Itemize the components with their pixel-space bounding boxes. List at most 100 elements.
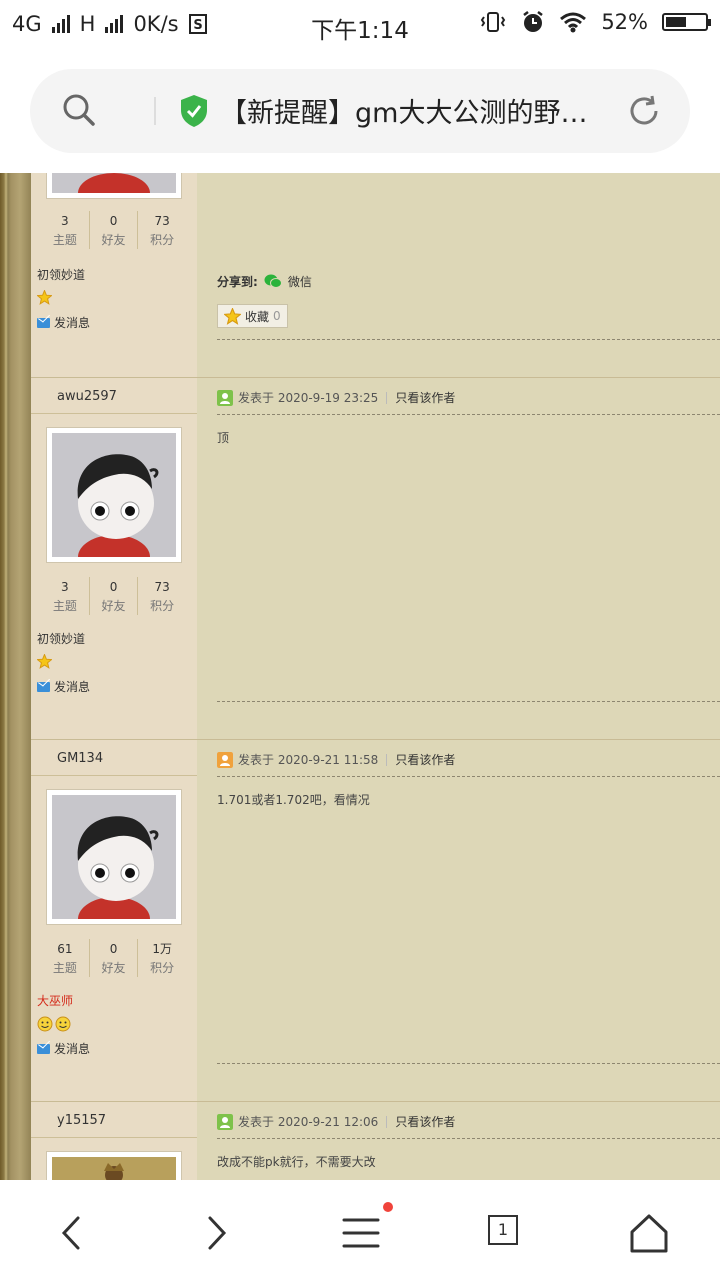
stat-points[interactable]: 1万 积分: [138, 939, 186, 977]
only-author-link[interactable]: 只看该作者: [395, 1113, 455, 1130]
address-divider: [154, 97, 156, 125]
send-message-link[interactable]: 发消息: [37, 1040, 90, 1057]
star-icon: [224, 307, 241, 325]
notification-dot: [383, 1202, 393, 1212]
post-time: 发表于 2020-9-21 11:58: [238, 753, 379, 767]
back-arrow-icon[interactable]: [48, 1208, 98, 1258]
mail-icon: [37, 1043, 50, 1054]
rank-stars: [37, 290, 52, 305]
rank-badges: [37, 1016, 71, 1032]
star-icon: [37, 654, 52, 669]
share-label: 分享到:: [217, 275, 258, 289]
user-rank: 大巫师: [37, 994, 74, 1008]
send-message-link[interactable]: 发消息: [37, 314, 90, 331]
username[interactable]: GM134: [57, 751, 103, 766]
header-separator: [386, 391, 388, 404]
mail-icon: [37, 681, 50, 692]
stat-friends[interactable]: 0 好友: [90, 939, 139, 977]
username[interactable]: y15157: [57, 1113, 106, 1128]
post: y15157 发表于 2020-9-21 12:06 只看该作者 改成不能pk就…: [31, 1101, 720, 1180]
page-title[interactable]: 【新提醒】gm大大公测的野…: [220, 91, 630, 130]
smiley-icon: [55, 1016, 71, 1032]
post: 3 主题 0 好友 73 积分 初领妙道 发消息 分享到: 微信 收藏 0: [31, 173, 720, 377]
user-rank: 初领妙道: [37, 268, 86, 282]
stat-points[interactable]: 73 积分: [138, 211, 186, 249]
menu-button[interactable]: [336, 1202, 393, 1258]
post-time: 发表于 2020-9-19 23:25: [238, 391, 379, 405]
stat-friends[interactable]: 0 好友: [90, 577, 139, 615]
post-content: 顶: [217, 431, 230, 445]
forum-thread: 3 主题 0 好友 73 积分 初领妙道 发消息 分享到: 微信 收藏 0 awu25…: [0, 173, 720, 1180]
post-content: 1.701或者1.702吧，看情况: [217, 793, 370, 807]
browser-toolbar: 1: [0, 1180, 720, 1280]
offline-status-icon: [217, 751, 233, 768]
custom-avatar-icon: [52, 1157, 176, 1180]
stat-threads[interactable]: 3 主题: [41, 577, 90, 615]
user-stats: 61 主题 0 好友 1万 积分: [41, 939, 186, 977]
avatar[interactable]: [46, 789, 182, 925]
alarm-icon: [523, 11, 544, 32]
share-wechat[interactable]: 微信: [288, 273, 312, 290]
post-header: 发表于 2020-9-21 12:06 只看该作者: [217, 1113, 455, 1130]
user-stats: 3 主题 0 好友 73 积分: [41, 211, 186, 249]
smiley-icon: [37, 1016, 53, 1032]
battery-percent: 52%: [601, 10, 648, 34]
favorite-count: 0: [273, 309, 281, 323]
user-stats: 3 主题 0 好友 73 积分: [41, 577, 186, 615]
forward-arrow-icon[interactable]: [190, 1208, 240, 1258]
wifi-icon: [560, 12, 587, 33]
avatar[interactable]: [46, 173, 182, 199]
stat-threads[interactable]: 3 主题: [41, 211, 90, 249]
post-end-line: [217, 701, 720, 702]
post-header: 发表于 2020-9-19 23:25 只看该作者: [217, 389, 455, 406]
wechat-icon[interactable]: [264, 274, 282, 289]
online-status-icon: [217, 1113, 233, 1130]
header-separator: [386, 753, 388, 766]
stat-friends[interactable]: 0 好友: [90, 211, 139, 249]
default-avatar-icon: [77, 816, 159, 919]
default-avatar-icon: [77, 454, 159, 557]
status-bar: 4G H 0K/s S 下午1:14 52%: [0, 0, 720, 52]
home-icon[interactable]: [624, 1208, 674, 1258]
avatar[interactable]: [46, 1151, 182, 1180]
tabs-button[interactable]: 1: [486, 1213, 522, 1249]
rank-stars: [37, 654, 52, 669]
stat-points[interactable]: 73 积分: [138, 577, 186, 615]
send-message-link[interactable]: 发消息: [37, 678, 90, 695]
stat-threads[interactable]: 61 主题: [41, 939, 90, 977]
username-underline: [31, 775, 197, 776]
avatar[interactable]: [46, 427, 182, 563]
mail-icon: [37, 317, 50, 328]
reload-icon[interactable]: [626, 93, 662, 129]
post-end-line: [217, 1063, 720, 1064]
share-row: 分享到: 微信: [217, 273, 312, 290]
post-header-line: [217, 776, 720, 777]
post: awu2597 3 主题 0 好友 73 积分 初领妙道 发消息 发表于 202…: [31, 377, 720, 739]
address-bar[interactable]: 【新提醒】gm大大公测的野…: [30, 69, 690, 153]
post: GM134 61 主题 0 好友 1万 积分 大巫师 发消息 发表于 2020-…: [31, 739, 720, 1101]
user-rank: 初领妙道: [37, 632, 86, 646]
star-icon: [37, 290, 52, 305]
favorite-label: 收藏: [245, 309, 270, 324]
only-author-link[interactable]: 只看该作者: [395, 751, 455, 768]
username-underline: [31, 1137, 197, 1138]
tab-count: 1: [488, 1215, 518, 1245]
status-right: 52%: [479, 10, 711, 34]
post-divider: [31, 377, 720, 378]
post-divider: [31, 1101, 720, 1102]
post-header-line: [217, 1138, 720, 1139]
post-content: 改成不能pk就行，不需要大改: [217, 1155, 376, 1169]
post-header: 发表于 2020-9-21 11:58 只看该作者: [217, 751, 455, 768]
post-divider: [31, 739, 720, 740]
favorite-button[interactable]: 收藏 0: [217, 304, 288, 328]
post-time: 发表于 2020-9-21 12:06: [238, 1115, 379, 1129]
header-separator: [386, 1115, 388, 1128]
search-icon[interactable]: [62, 93, 96, 127]
post-end-line: [217, 339, 720, 340]
post-header-line: [217, 414, 720, 415]
battery-icon: [662, 13, 711, 31]
secure-shield-icon: [181, 95, 207, 127]
menu-icon: [342, 1218, 380, 1248]
username[interactable]: awu2597: [57, 389, 117, 404]
only-author-link[interactable]: 只看该作者: [395, 389, 455, 406]
